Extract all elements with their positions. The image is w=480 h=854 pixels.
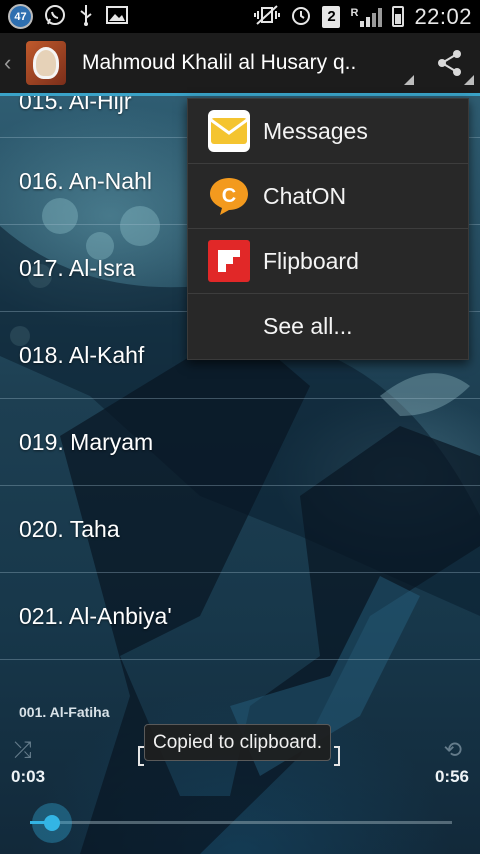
alarm-icon <box>290 4 312 30</box>
status-clock: 22:02 <box>414 3 472 29</box>
share-item-see-all[interactable]: See all... <box>188 294 468 359</box>
app-title: Mahmoud Khalil al Husary q.. <box>82 51 357 74</box>
current-time: 0:03 <box>11 767 46 786</box>
repeat-icon[interactable]: ⟲ <box>444 737 462 763</box>
signal-icon: R <box>350 6 383 27</box>
share-item-label: Messages <box>263 117 368 144</box>
list-item[interactable]: 020. Taha <box>0 486 480 573</box>
seek-bar[interactable] <box>30 821 452 824</box>
up-chevron-icon[interactable]: ‹ <box>4 50 22 76</box>
status-bar-left: 47 <box>8 3 129 31</box>
share-menu: Messages C ChatON Flipboard See all... <box>187 98 469 360</box>
share-item-chaton[interactable]: C ChatON <box>188 164 468 229</box>
spinner-indicator <box>404 75 414 85</box>
status-bar: 47 2 R 22:02 <box>0 0 480 33</box>
share-button[interactable] <box>420 33 480 93</box>
messages-icon <box>208 110 250 152</box>
svg-text:C: C <box>222 185 236 207</box>
list-item[interactable]: 021. Al-Anbiya' <box>0 573 480 660</box>
player-panel: 001. Al-Fatiha ⤮ ⟲ 0:03 0:56 Copied to c… <box>0 697 480 854</box>
chaton-icon: C <box>208 175 250 217</box>
share-item-label: See all... <box>263 313 353 339</box>
image-icon <box>105 4 129 30</box>
flipboard-icon <box>208 240 250 282</box>
sim-2-icon: 2 <box>322 5 341 28</box>
total-time: 0:56 <box>434 767 469 786</box>
whatsapp-icon <box>43 3 67 31</box>
shuffle-icon[interactable]: ⤮ <box>14 737 32 763</box>
share-item-messages[interactable]: Messages <box>188 99 468 164</box>
notification-count-icon: 47 <box>8 4 33 29</box>
app-icon[interactable] <box>26 41 66 85</box>
status-bar-right: 2 R 22:02 <box>254 4 472 30</box>
selection-handle-right[interactable] <box>334 746 340 766</box>
roaming-indicator: R <box>350 6 359 19</box>
vibrate-icon <box>254 4 281 30</box>
toast-message: Copied to clipboard. <box>144 724 331 761</box>
title-spinner[interactable]: Mahmoud Khalil al Husary q.. <box>82 33 420 93</box>
share-item-label: Flipboard <box>263 247 359 274</box>
action-bar: ‹ Mahmoud Khalil al Husary q.. <box>0 33 480 96</box>
share-item-label: ChatON <box>263 182 347 209</box>
usb-icon <box>77 3 95 31</box>
seek-thumb[interactable] <box>32 803 72 843</box>
list-item[interactable]: 019. Maryam <box>0 399 480 486</box>
share-icon <box>438 50 461 76</box>
share-item-flipboard[interactable]: Flipboard <box>188 229 468 294</box>
battery-icon <box>392 6 405 27</box>
now-playing-title: 001. Al-Fatiha <box>19 704 110 720</box>
